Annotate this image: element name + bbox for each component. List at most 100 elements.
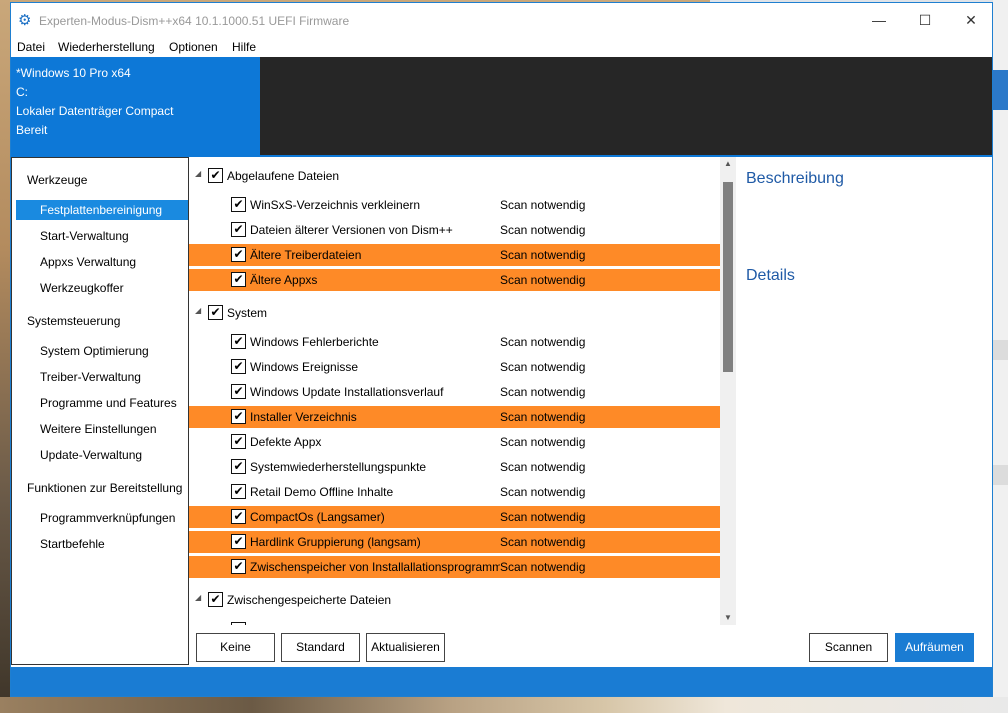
sidebar-item-werkzeugkoffer[interactable]: Werkzeugkoffer [16,278,188,298]
sidebar-item-programmverknuepfungen[interactable]: Programmverknüpfungen [16,508,188,528]
group-row[interactable]: ◢ ✔ System [189,300,720,325]
item-checkbox[interactable]: ✔ [231,559,246,574]
item-label: CompactOs (Langsamer) [250,510,385,524]
status-text: Bereit [16,123,48,137]
drive-label: Lokaler Datenträger Compact [16,104,174,118]
item-status: Scan notwendig [500,248,586,262]
details-heading: Details [746,267,795,284]
group-title: Abgelaufene Dateien [227,169,340,183]
sidebar-item-weitere-einstellungen[interactable]: Weitere Einstellungen [16,419,188,439]
item-checkbox[interactable]: ✔ [231,334,246,349]
image-info-panel[interactable]: *Windows 10 Pro x64 C: Lokaler Datenträg… [11,57,260,155]
os-name: *Windows 10 Pro x64 [16,66,131,80]
scroll-down-arrow-icon[interactable]: ▼ [720,611,736,625]
menu-bar: Datei Wiederherstellung Optionen Hilfe [11,38,992,58]
sidebar-item-treiber-verwaltung[interactable]: Treiber-Verwaltung [16,367,188,387]
list-scrollbar[interactable]: ▲ ▼ [720,157,736,625]
keine-auswahl-button[interactable]: Keine Auswahl [196,633,275,681]
item-label: Systemwiederherstellungspunkte [250,460,427,474]
item-label: Retail Demo Offline Inhalte [250,485,394,499]
list-item[interactable]: ✔ Zwischenspeicher von Installallationspr… [189,556,720,578]
group-checkbox[interactable]: ✔ [208,592,223,607]
scroll-up-arrow-icon[interactable]: ▲ [720,157,736,171]
item-checkbox[interactable]: ✔ [231,222,246,237]
group-checkbox[interactable]: ✔ [208,168,223,183]
item-status: Scan notwendig [500,360,586,374]
sidebar: Werkzeuge Festplattenbereinigung Start-V… [11,157,189,665]
sidebar-item-programme-und-features[interactable]: Programme und Features [16,393,188,413]
list-item[interactable]: ✔ WinSxS-Verzeichnis verkleinern Scan notw… [189,194,720,216]
beschreibung-heading: Beschreibung [746,170,844,187]
item-checkbox[interactable]: ✔ [231,509,246,524]
list-item[interactable]: ✔ Installer Verzeichnis Scan notwendig [189,406,720,428]
list-item[interactable]: ✔ Defekte Appx Scan notwendig [189,431,720,453]
sidebar-section-bereitstellung: Funktionen zur Bereitstellung [27,481,183,495]
item-status: Scan notwendig [500,485,586,499]
sidebar-item-startbefehle[interactable]: Startbefehle [16,534,188,554]
item-label: Zwischenspeicher von Installallationspro… [250,560,500,574]
desktop-bottom [0,697,1008,713]
list-item[interactable]: ✔ Ältere Appxs Scan notwendig [189,269,720,291]
expand-arrow-icon[interactable]: ◢ [195,306,201,315]
item-checkbox[interactable]: ✔ [231,359,246,374]
group-checkbox[interactable]: ✔ [208,305,223,320]
item-status: Scan notwendig [500,223,586,237]
list-item[interactable]: ✔ Retail Demo Offline Inhalte Scan notwend… [189,481,720,503]
list-item[interactable]: ✔ Windows Fehlerberichte Scan notwendig [189,331,720,353]
group-title: Zwischengespeicherte Dateien [227,593,392,607]
item-checkbox[interactable]: ✔ [231,434,246,449]
item-status: Scan notwendig [500,560,586,574]
menu-optionen[interactable]: Optionen [169,40,218,54]
item-checkbox[interactable]: ✔ [231,384,246,399]
background-window-strip [993,0,1008,713]
list-item[interactable]: ✔ Dateien älterer Versionen von Dism++ Sca… [189,219,720,241]
maximize-button[interactable]: ☐ [902,3,948,37]
aktualisieren-button[interactable]: Aktualisieren [366,633,445,662]
item-checkbox[interactable]: ✔ [231,272,246,287]
sidebar-item-festplattenbereinigung[interactable]: Festplattenbereinigung [16,200,188,220]
close-button[interactable]: ✕ [948,3,992,37]
item-label: Windows Ereignisse [250,360,359,374]
item-checkbox[interactable]: ✔ [231,247,246,262]
item-checkbox[interactable] [231,622,246,625]
list-item[interactable]: ✔ Windows Update Installationsverlauf Scan… [189,381,720,403]
aufraeumen-button[interactable]: Aufräumen [895,633,974,662]
list-item[interactable]: ✔ Windows Ereignisse Scan notwendig [189,356,720,378]
sidebar-item-system-optimierung[interactable]: System Optimierung [16,341,188,361]
group-title: System [227,306,268,320]
item-checkbox[interactable]: ✔ [231,197,246,212]
standard-button[interactable]: Standard [281,633,360,662]
item-label: Hardlink Gruppierung (langsam) [250,535,421,549]
list-item[interactable]: ✔ Ältere Treiberdateien Scan notwendig [189,244,720,266]
sidebar-item-appxs-verwaltung[interactable]: Appxs Verwaltung [16,252,188,272]
scannen-button[interactable]: Scannen [809,633,888,662]
description-panel: Beschreibung Details [736,157,992,625]
title-bar[interactable]: ⚙ Experten-Modus-Dism++x64 10.1.1000.51 … [11,3,992,37]
expand-arrow-icon[interactable]: ◢ [195,593,201,602]
list-item[interactable]: ✔ Systemwiederherstellungspunkte Scan notw… [189,456,720,478]
item-checkbox[interactable]: ✔ [231,409,246,424]
menu-hilfe[interactable]: Hilfe [232,40,256,54]
expand-arrow-icon[interactable]: ◢ [195,169,201,178]
sidebar-item-start-verwaltung[interactable]: Start-Verwaltung [16,226,188,246]
item-status: Scan notwendig [500,335,586,349]
sidebar-item-update-verwaltung[interactable]: Update-Verwaltung [16,445,188,465]
item-label: Dateien älterer Versionen von Dism++ [250,223,453,237]
item-checkbox[interactable]: ✔ [231,459,246,474]
minimize-button[interactable]: — [856,3,902,37]
item-checkbox[interactable]: ✔ [231,534,246,549]
item-status: Scan notwendig [500,410,586,424]
drive-letter: C: [16,85,28,99]
list-item[interactable]: ✔ CompactOs (Langsamer) Scan notwendig [189,506,720,528]
menu-wiederherstellung[interactable]: Wiederherstellung [58,40,155,54]
list-item[interactable]: ✔ Hardlink Gruppierung (langsam) Scan notw… [189,531,720,553]
group-row[interactable]: ◢ ✔ Abgelaufene Dateien [189,163,720,188]
item-checkbox[interactable]: ✔ [231,484,246,499]
menu-datei[interactable]: Datei [17,40,45,54]
scroll-thumb[interactable] [723,182,733,372]
item-label: Windows Fehlerberichte [250,335,379,349]
group-row[interactable]: ◢ ✔ Zwischengespeicherte Dateien [189,587,720,612]
window-title: Experten-Modus-Dism++x64 10.1.1000.51 UE… [39,14,350,28]
item-status: Scan notwendig [500,510,586,524]
cleanup-list: ◢ ✔ Abgelaufene Dateien ✔ WinSxS-Verzeichnis… [189,157,720,625]
